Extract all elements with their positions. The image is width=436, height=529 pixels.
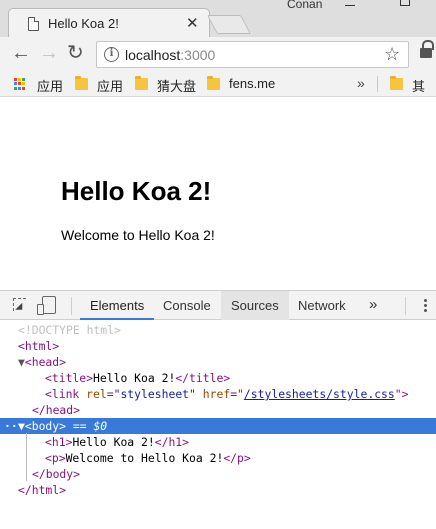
profile-name[interactable]: Conan — [287, 0, 322, 11]
browser-tab[interactable]: Hello Koa 2! ✕ — [8, 8, 210, 38]
dom-node-title[interactable]: <title>Hello Koa 2!</title> — [0, 370, 436, 386]
new-tab-button[interactable] — [206, 15, 252, 34]
address-bar[interactable]: i localhost:3000 ☆ — [96, 41, 409, 68]
url-host: localhost — [125, 47, 181, 63]
expand-triangle-icon[interactable]: ▼ — [0, 355, 25, 369]
dom-node-h1[interactable]: <h1>Hello Koa 2!</h1> — [0, 434, 436, 450]
toolbar-divider — [405, 297, 406, 315]
dom-node-body-selected[interactable]: ··· ▼<body> == $0 — [0, 418, 436, 434]
apps-grid-dot — [14, 82, 17, 86]
page-paragraph: Welcome to Hello Koa 2! — [61, 227, 215, 243]
apps-grid-dot — [18, 86, 21, 90]
page-heading: Hello Koa 2! — [61, 176, 212, 206]
tab-strip: Hello Koa 2! ✕ Conan — [0, 0, 436, 38]
dom-node-head[interactable]: ▼<head> — [0, 354, 436, 370]
dom-node-head-close[interactable]: </head> — [0, 402, 436, 418]
apps-grid-dot — [14, 86, 17, 90]
bookmark-apps[interactable]: 应用 — [37, 76, 63, 95]
indent-guide — [26, 433, 27, 481]
devtools-toolbar: Elements Console Sources Network » — [0, 290, 436, 320]
apps-grid-dot — [18, 78, 21, 81]
back-icon[interactable]: ← — [11, 42, 31, 64]
tab-elements[interactable]: Elements — [80, 291, 155, 320]
dom-node-p[interactable]: <p>Welcome to Hello Koa 2!</p> — [0, 450, 436, 466]
bookmark-folder-apps[interactable]: 应用 — [97, 76, 123, 95]
devtools-panel: Elements Console Sources Network » <!DOC… — [0, 290, 436, 529]
bookmarks-bar: 应用 应用 猜大盘 fens.me » 其他 — [0, 72, 436, 113]
apps-grid-dot — [22, 82, 25, 86]
tab-console[interactable]: Console — [153, 291, 221, 320]
apps-icon[interactable] — [14, 78, 26, 90]
bookmark-star-icon[interactable]: ☆ — [384, 44, 400, 65]
bookmark-folder-caidapan[interactable]: 猜大盘 — [157, 76, 196, 95]
minimize-icon[interactable] — [345, 5, 355, 6]
tab-sources[interactable]: Sources — [221, 291, 289, 320]
dom-tree: <!DOCTYPE html> <html> ▼<head> <title>He… — [0, 321, 436, 529]
dom-node-html[interactable]: <html> — [0, 338, 436, 354]
bookmarks-divider — [377, 76, 378, 92]
dom-node-html-close[interactable]: </html> — [0, 482, 436, 498]
close-tab-icon[interactable]: ✕ — [186, 14, 199, 32]
dom-node-link[interactable]: <link rel="stylesheet" href="/stylesheet… — [0, 386, 436, 402]
device-toolbar-icon[interactable] — [37, 296, 56, 315]
more-tabs-chevron-icon[interactable]: » — [369, 296, 377, 313]
dom-node-doctype[interactable]: <!DOCTYPE html> — [0, 322, 436, 338]
dom-node-body-close[interactable]: </body> — [0, 466, 436, 482]
page-viewport: Hello Koa 2! Welcome to Hello Koa 2! — [0, 98, 436, 290]
folder-icon — [207, 76, 220, 90]
tab-network[interactable]: Network — [288, 291, 356, 320]
stylesheet-link[interactable]: /stylesheets/style.css — [244, 387, 395, 401]
toolbar-divider — [71, 297, 72, 315]
bookmark-folder-fensme[interactable]: fens.me — [229, 76, 275, 91]
reload-icon[interactable]: ↻ — [67, 42, 84, 64]
url-text[interactable]: localhost:3000 — [125, 47, 215, 63]
folder-icon — [75, 76, 88, 90]
more-bookmarks-chevron-icon[interactable]: » — [357, 75, 365, 91]
apps-grid-dot — [22, 78, 25, 81]
lock-icon[interactable] — [420, 40, 434, 58]
more-actions-dots-icon[interactable]: ··· — [4, 418, 25, 434]
kebab-menu-icon[interactable] — [424, 299, 428, 314]
folder-icon — [390, 76, 403, 90]
page-icon — [28, 17, 39, 31]
apps-grid-dot — [22, 86, 25, 90]
folder-icon — [135, 76, 148, 90]
forward-icon[interactable]: → — [39, 42, 59, 64]
site-info-icon[interactable]: i — [104, 47, 119, 62]
selected-node-marker: == $0 — [72, 419, 108, 433]
apps-grid-dot — [14, 78, 17, 81]
maximize-icon[interactable] — [400, 0, 410, 6]
browser-toolbar: ← → ↻ i localhost:3000 ☆ — [0, 37, 436, 72]
url-port: :3000 — [180, 47, 216, 63]
tab-title: Hello Koa 2! — [48, 16, 119, 31]
inspect-element-icon[interactable] — [13, 298, 26, 311]
apps-grid-dot — [18, 82, 21, 86]
